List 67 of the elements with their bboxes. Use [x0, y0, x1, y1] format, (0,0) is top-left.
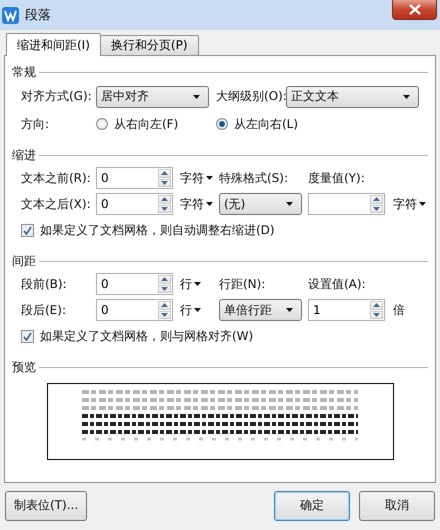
- caret-icon: [194, 308, 201, 312]
- section-title: 常规: [12, 64, 36, 80]
- caret-icon: [193, 94, 200, 98]
- unit-dropdown[interactable]: 字符: [389, 194, 432, 214]
- field-label: 度量值(Y):: [308, 170, 366, 186]
- unit-dropdown[interactable]: 字符: [176, 168, 219, 188]
- down-triangle-icon: [373, 312, 380, 317]
- down-triangle-icon: [161, 312, 168, 317]
- field-label: 文本之前(R):: [21, 170, 92, 186]
- app-logo-icon: [2, 6, 19, 24]
- caret-icon: [286, 202, 293, 206]
- field-label: 行距(N):: [219, 276, 266, 292]
- field-label: 特殊格式(S):: [219, 170, 290, 186]
- down-triangle-icon: [161, 206, 168, 211]
- spin-up-button[interactable]: [158, 301, 171, 310]
- unit-label: 倍: [392, 302, 406, 318]
- dropdown[interactable]: 正文文本: [286, 86, 419, 108]
- radio-option[interactable]: 从左向右(L): [216, 116, 336, 132]
- up-triangle-icon: [161, 303, 168, 308]
- dropdown[interactable]: (无): [219, 193, 302, 215]
- unit-dropdown[interactable]: 行: [176, 274, 219, 294]
- up-triangle-icon: [373, 303, 380, 308]
- field-label: 设置值(A):: [308, 276, 367, 292]
- dropdown[interactable]: 单倍行距: [219, 299, 302, 321]
- dialog-button[interactable]: 取消: [359, 490, 435, 520]
- spin-up-button[interactable]: [370, 195, 383, 204]
- spin-up-button[interactable]: [158, 275, 171, 284]
- caret-icon: [206, 176, 213, 180]
- field-label: 文本之后(X):: [21, 196, 92, 212]
- close-button[interactable]: [392, 0, 437, 20]
- checkbox[interactable]: 如果定义了文档网格，则自动调整右缩进(D): [21, 222, 275, 238]
- up-triangle-icon: [161, 197, 168, 202]
- check-icon: [23, 226, 32, 234]
- section-title: 缩进: [12, 146, 36, 164]
- caret-icon: [419, 202, 426, 206]
- spin-up-button[interactable]: [158, 169, 171, 178]
- up-triangle-icon: [373, 197, 380, 202]
- tab[interactable]: 缩进和间距(I): [6, 33, 101, 56]
- window-title: 段落: [25, 7, 51, 24]
- field-label: 段后(E):: [21, 302, 67, 318]
- field-label: 对齐方式(G):: [21, 88, 93, 105]
- section-title: 间距: [12, 252, 36, 270]
- dialog-button[interactable]: 制表位(T)...: [5, 490, 88, 520]
- unit-dropdown[interactable]: 行: [176, 300, 219, 320]
- up-triangle-icon: [161, 171, 168, 176]
- check-icon: [23, 332, 32, 340]
- dropdown[interactable]: 居中对齐: [96, 86, 209, 108]
- checkbox[interactable]: 如果定义了文档网格，则与网格对齐(W): [21, 328, 254, 344]
- spin-up-button[interactable]: [370, 301, 383, 310]
- section-title: 预览: [12, 358, 36, 376]
- tab[interactable]: 换行和分页(P): [100, 35, 199, 55]
- field-label: 大纲级别(O):: [216, 88, 286, 105]
- field-label: 方向:: [21, 116, 50, 132]
- down-triangle-icon: [161, 286, 168, 291]
- caret-icon: [403, 94, 410, 98]
- radio-option[interactable]: 从右向左(F): [96, 116, 216, 132]
- spin-up-button[interactable]: [158, 195, 171, 204]
- dialog-button[interactable]: 确定: [274, 490, 350, 520]
- unit-dropdown[interactable]: 字符: [176, 194, 219, 214]
- up-triangle-icon: [161, 277, 168, 282]
- caret-icon: [286, 308, 293, 312]
- down-triangle-icon: [161, 180, 168, 185]
- caret-icon: [194, 282, 201, 286]
- close-icon: [408, 4, 420, 15]
- caret-icon: [206, 202, 213, 206]
- down-triangle-icon: [373, 206, 380, 211]
- field-label: 段前(B):: [21, 276, 68, 292]
